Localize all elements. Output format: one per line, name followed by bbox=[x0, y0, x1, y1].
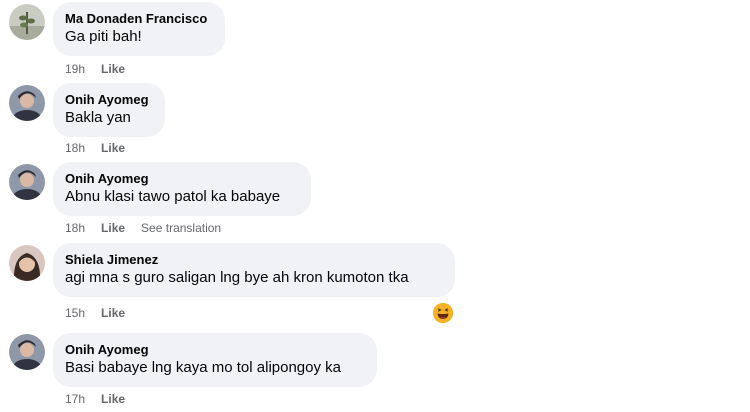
comment-actions: 19h Like bbox=[65, 61, 141, 77]
comment-text: agi mna s guro saligan lng bye ah kron k… bbox=[65, 269, 409, 286]
like-button[interactable]: Like bbox=[101, 220, 125, 236]
comment-author[interactable]: Ma Donaden Francisco bbox=[65, 10, 213, 27]
comment-timestamp[interactable]: 19h bbox=[65, 61, 85, 77]
comment-text: Basi babaye lng kaya mo tol alipongoy ka bbox=[65, 359, 342, 376]
comment-author[interactable]: Onih Ayomeg bbox=[65, 341, 365, 358]
comment-timestamp[interactable]: 18h bbox=[65, 140, 85, 156]
comment-actions: 15h Like bbox=[65, 305, 141, 321]
comment-text: Bakla yan bbox=[65, 109, 131, 126]
profile-photo-icon bbox=[9, 164, 45, 200]
comment-bubble: Shiela Jimenez agi mna s guro saligan ln… bbox=[53, 243, 455, 297]
like-button[interactable]: Like bbox=[101, 391, 125, 407]
comment-bubble: Onih Ayomeg Basi babaye lng kaya mo tol … bbox=[53, 333, 377, 387]
avatar[interactable] bbox=[9, 245, 45, 281]
comment-timestamp[interactable]: 15h bbox=[65, 305, 85, 321]
comment-timestamp[interactable]: 17h bbox=[65, 391, 85, 407]
comment-author[interactable]: Onih Ayomeg bbox=[65, 170, 299, 187]
comment-bubble: Onih Ayomeg Bakla yan bbox=[53, 83, 165, 137]
like-button[interactable]: Like bbox=[101, 61, 125, 77]
comment-bubble: Onih Ayomeg Abnu klasi tawo patol ka bab… bbox=[53, 162, 311, 216]
profile-photo-icon bbox=[9, 245, 45, 281]
avatar[interactable] bbox=[9, 334, 45, 370]
avatar[interactable] bbox=[9, 4, 45, 40]
comment-bubble: Ma Donaden Francisco Ga piti bah! bbox=[53, 2, 225, 56]
comment-timestamp[interactable]: 18h bbox=[65, 220, 85, 236]
profile-photo-icon bbox=[9, 334, 45, 370]
haha-reaction-icon[interactable] bbox=[433, 303, 453, 323]
avatar[interactable] bbox=[9, 85, 45, 121]
laughing-face-icon bbox=[433, 303, 453, 323]
comment-actions: 18h Like See translation bbox=[65, 220, 237, 236]
comment-text: Ga piti bah! bbox=[65, 28, 142, 45]
comment-actions: 17h Like bbox=[65, 391, 141, 407]
comment-author[interactable]: Shiela Jimenez bbox=[65, 251, 443, 268]
like-button[interactable]: Like bbox=[101, 140, 125, 156]
see-translation-link[interactable]: See translation bbox=[141, 220, 221, 236]
avatar[interactable] bbox=[9, 164, 45, 200]
comment-actions: 18h Like bbox=[65, 140, 141, 156]
comment-text: Abnu klasi tawo patol ka babaye bbox=[65, 188, 281, 205]
like-button[interactable]: Like bbox=[101, 305, 125, 321]
comment-author[interactable]: Onih Ayomeg bbox=[65, 91, 153, 108]
profile-photo-icon bbox=[9, 85, 45, 121]
plant-photo-icon bbox=[9, 4, 45, 40]
